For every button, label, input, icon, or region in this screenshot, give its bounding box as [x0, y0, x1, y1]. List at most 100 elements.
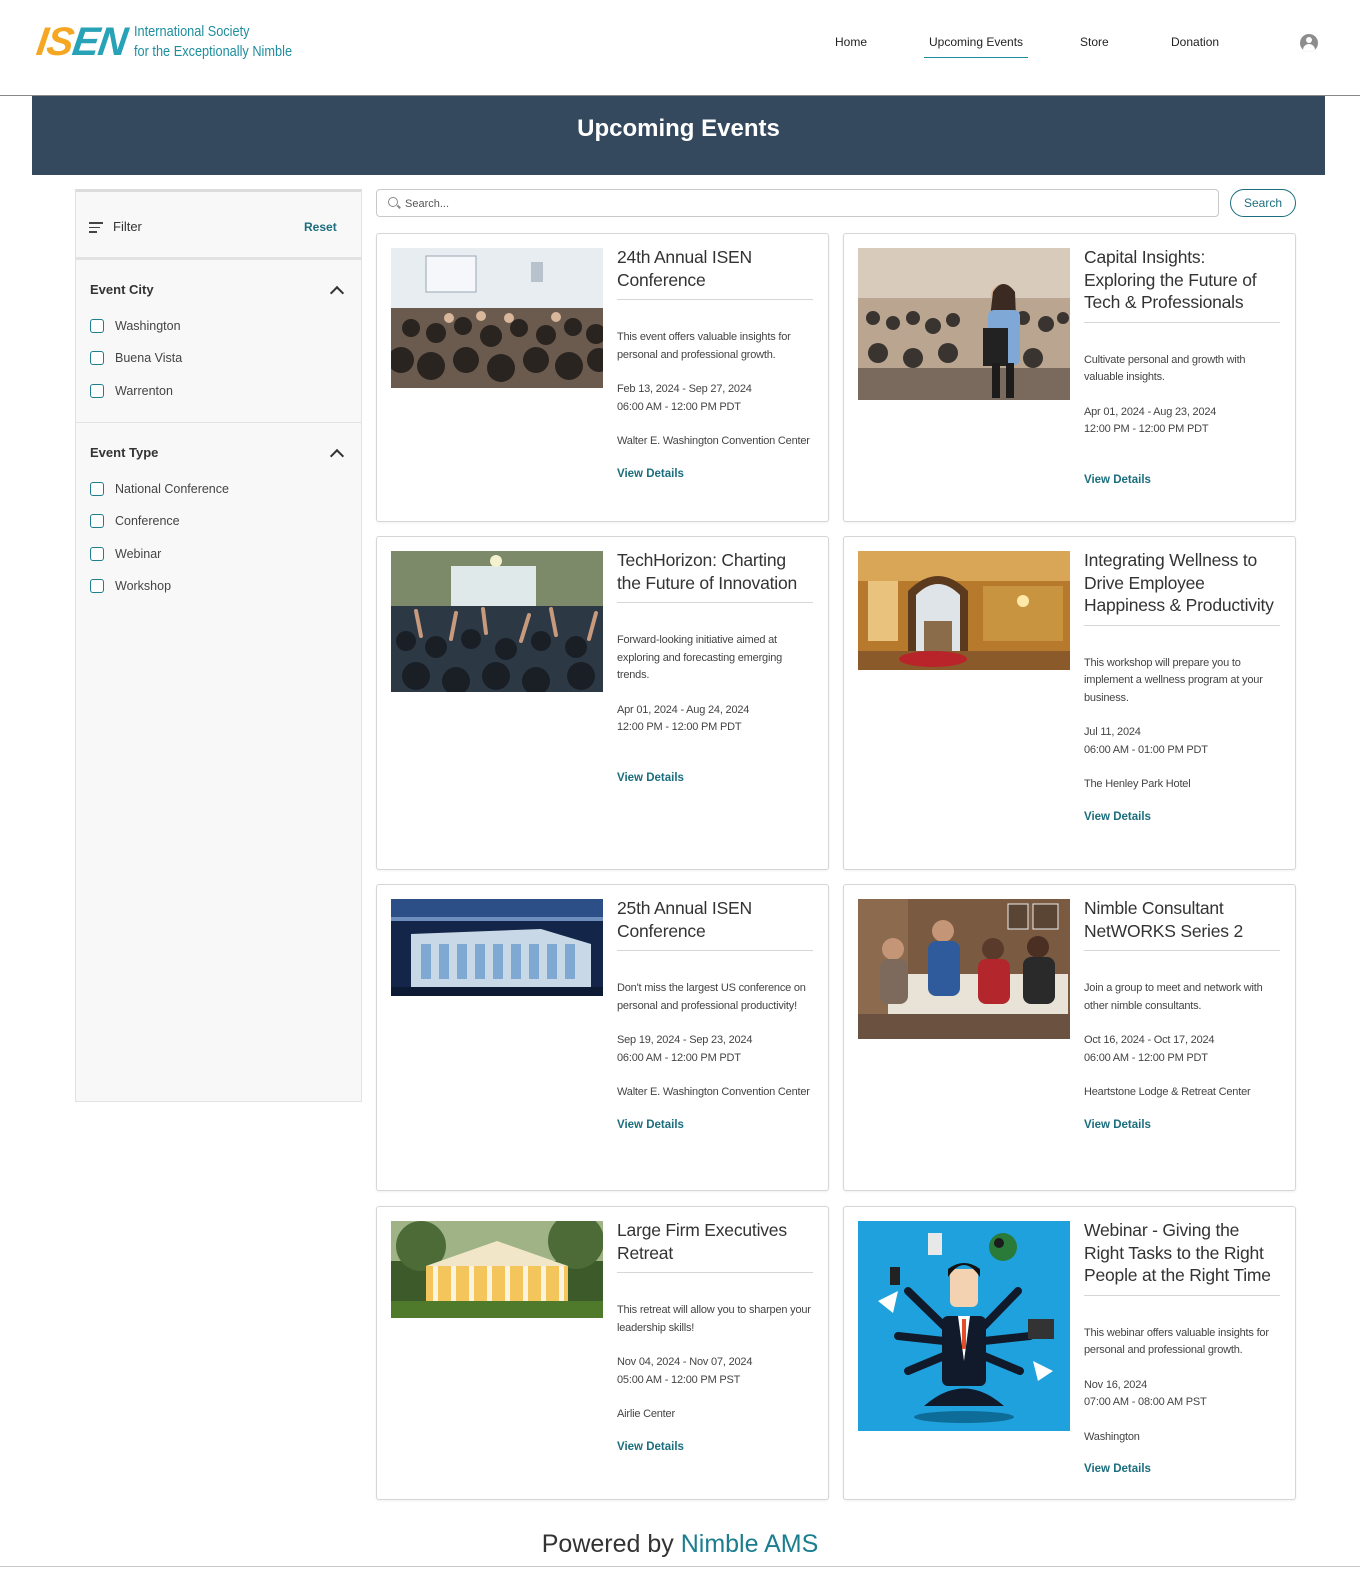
event-content: Webinar - Giving the Right Tasks to the …: [1084, 1219, 1280, 1475]
event-venue: Walter E. Washington Convention Center: [617, 435, 810, 447]
event-venue: Airlie Center: [617, 1408, 675, 1420]
event-card: 24th Annual ISEN Conference This event o…: [376, 233, 829, 522]
event-dates: Apr 01, 2024 - Aug 23, 2024 12:00 PM - 12…: [1084, 405, 1217, 436]
filter-option-buena-vista[interactable]: Buena Vista: [90, 351, 182, 365]
event-description: This workshop will prepare you to implem…: [1084, 656, 1263, 704]
event-card: Large Firm Executives Retreat This retre…: [376, 1206, 829, 1500]
event-content: Integrating Wellness to Drive Employee H…: [1084, 549, 1280, 823]
nav-home[interactable]: Home: [835, 34, 867, 58]
event-title[interactable]: Webinar - Giving the Right Tasks to the …: [1084, 1219, 1280, 1296]
checkbox[interactable]: [90, 482, 104, 496]
chevron-up-icon[interactable]: [329, 285, 345, 301]
view-details-link[interactable]: View Details: [617, 1441, 813, 1453]
event-card: Capital Insights: Exploring the Future o…: [843, 233, 1296, 522]
view-details-link[interactable]: View Details: [617, 772, 813, 784]
filter-sidebar: Filter Reset Event City Washington Buena…: [75, 189, 362, 1102]
event-dates: Nov 16, 2024 07:00 AM - 08:00 AM PST: [1084, 1378, 1207, 1409]
search-box: [376, 189, 1219, 217]
event-dates: Jul 11, 2024 06:00 AM - 01:00 PM PDT: [1084, 726, 1208, 756]
event-image[interactable]: [858, 551, 1070, 670]
event-description: This retreat will allow you to sharpen y…: [617, 1304, 811, 1334]
event-content: TechHorizon: Charting the Future of Inno…: [617, 549, 813, 784]
chevron-up-icon[interactable]: [329, 448, 345, 464]
event-venue: Heartstone Lodge & Retreat Center: [1084, 1086, 1251, 1098]
footer-divider: [0, 1566, 1360, 1567]
event-card: Webinar - Giving the Right Tasks to the …: [843, 1206, 1296, 1500]
event-venue: Walter E. Washington Convention Center: [617, 1086, 810, 1098]
event-dates: Oct 16, 2024 - Oct 17, 2024 06:00 AM - 12…: [1084, 1034, 1215, 1064]
event-content: 24th Annual ISEN Conference This event o…: [617, 246, 813, 480]
event-card: 25th Annual ISEN Conference Don't miss t…: [376, 884, 829, 1191]
checkbox[interactable]: [90, 319, 104, 333]
checkbox[interactable]: [90, 547, 104, 561]
event-content: Capital Insights: Exploring the Future o…: [1084, 246, 1280, 486]
filter-option-workshop[interactable]: Workshop: [90, 579, 171, 593]
event-description: Forward-looking initiative aimed at expl…: [617, 634, 783, 681]
filter-option-conference[interactable]: Conference: [90, 514, 180, 528]
event-title[interactable]: Nimble Consultant NetWORKS Series 2: [1084, 897, 1280, 951]
nav-donation[interactable]: Donation: [1171, 34, 1219, 58]
search-input[interactable]: [405, 194, 1205, 214]
search-button[interactable]: Search: [1230, 189, 1296, 217]
checkbox[interactable]: [90, 514, 104, 528]
event-image[interactable]: [391, 551, 603, 692]
event-image[interactable]: [858, 1221, 1070, 1431]
footer-powered-by: Powered by Nimble AMS: [0, 1530, 1360, 1559]
view-details-link[interactable]: View Details: [617, 468, 813, 480]
page-title: Upcoming Events: [577, 115, 780, 142]
event-dates: Sep 19, 2024 - Sep 23, 2024 06:00 AM - 12…: [617, 1034, 753, 1064]
event-card: Nimble Consultant NetWORKS Series 2 Join…: [843, 884, 1296, 1191]
checkbox[interactable]: [90, 351, 104, 365]
event-venue: Washington: [1084, 1430, 1140, 1443]
event-venue: The Henley Park Hotel: [1084, 778, 1191, 790]
nav-upcoming-events[interactable]: Upcoming Events: [924, 34, 1029, 58]
view-details-link[interactable]: View Details: [1084, 811, 1280, 823]
event-content: Large Firm Executives Retreat This retre…: [617, 1219, 813, 1453]
event-dates: Nov 04, 2024 - Nov 07, 2024 05:00 AM - 12…: [617, 1356, 753, 1386]
facet-event-type: Event Type National Conference Conferenc…: [76, 423, 361, 623]
view-details-link[interactable]: View Details: [1084, 1463, 1280, 1475]
view-details-link[interactable]: View Details: [617, 1119, 813, 1131]
event-image[interactable]: [391, 248, 603, 388]
footer-brand-link[interactable]: Nimble AMS: [681, 1530, 819, 1558]
search-icon: [388, 197, 398, 207]
event-title[interactable]: TechHorizon: Charting the Future of Inno…: [617, 549, 813, 603]
checkbox[interactable]: [90, 384, 104, 398]
facet-title[interactable]: Event Type: [90, 445, 158, 460]
nav-store[interactable]: Store: [1080, 34, 1109, 58]
view-details-link[interactable]: View Details: [1084, 474, 1280, 486]
event-image[interactable]: [858, 899, 1070, 1039]
view-details-link[interactable]: View Details: [1084, 1119, 1280, 1131]
filter-option-warrenton[interactable]: Warrenton: [90, 384, 173, 398]
facet-event-city: Event City Washington Buena Vista Warren…: [76, 260, 361, 423]
filter-option-webinar[interactable]: Webinar: [90, 547, 161, 561]
event-description: This event offers valuable insights for …: [617, 331, 791, 361]
filter-header: Filter Reset: [76, 192, 361, 260]
page-banner: Upcoming Events: [32, 96, 1325, 175]
event-description: Cultivate personal and growth with valua…: [1084, 353, 1246, 384]
event-description: Join a group to meet and network with ot…: [1084, 982, 1263, 1012]
event-title[interactable]: 25th Annual ISEN Conference: [617, 897, 813, 951]
event-image[interactable]: [858, 248, 1070, 400]
footer-prefix: Powered by: [541, 1530, 674, 1558]
event-title[interactable]: 24th Annual ISEN Conference: [617, 246, 813, 300]
filter-icon: [89, 222, 103, 233]
event-image[interactable]: [391, 899, 603, 996]
facet-title[interactable]: Event City: [90, 282, 154, 297]
filter-option-washington[interactable]: Washington: [90, 319, 181, 333]
event-description: Don't miss the largest US conference on …: [617, 982, 806, 1012]
filter-option-national-conference[interactable]: National Conference: [90, 482, 229, 496]
event-card: TechHorizon: Charting the Future of Inno…: [376, 536, 829, 870]
event-title[interactable]: Large Firm Executives Retreat: [617, 1219, 813, 1273]
filter-label: Filter: [113, 219, 142, 234]
event-title[interactable]: Integrating Wellness to Drive Employee H…: [1084, 549, 1280, 626]
event-dates: Feb 13, 2024 - Sep 27, 2024 06:00 AM - 12…: [617, 383, 752, 413]
event-description: This webinar offers valuable insights fo…: [1084, 1326, 1269, 1357]
checkbox[interactable]: [90, 579, 104, 593]
user-icon[interactable]: [1300, 34, 1318, 52]
event-title[interactable]: Capital Insights: Exploring the Future o…: [1084, 246, 1280, 323]
event-dates: Apr 01, 2024 - Aug 24, 2024 12:00 PM - 12…: [617, 703, 750, 734]
event-image[interactable]: [391, 1221, 603, 1318]
site-header: ISEN International Society for the Excep…: [0, 0, 1360, 96]
reset-button[interactable]: Reset: [304, 220, 337, 234]
